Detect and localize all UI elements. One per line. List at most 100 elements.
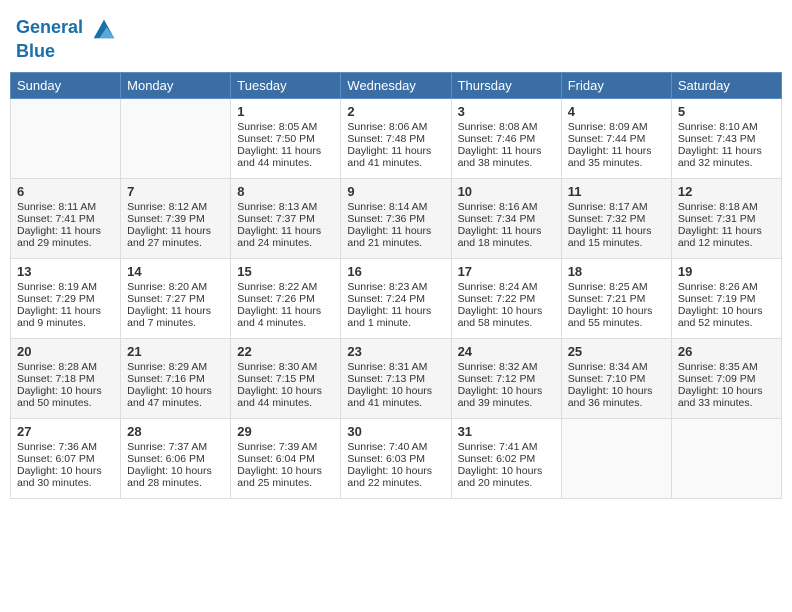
calendar-cell: 10Sunrise: 8:16 AMSunset: 7:34 PMDayligh… bbox=[451, 178, 561, 258]
daylight-text: Daylight: 11 hours and 32 minutes. bbox=[678, 145, 775, 169]
day-header-row: SundayMondayTuesdayWednesdayThursdayFrid… bbox=[11, 72, 782, 98]
calendar-cell: 12Sunrise: 8:18 AMSunset: 7:31 PMDayligh… bbox=[671, 178, 781, 258]
calendar-cell: 11Sunrise: 8:17 AMSunset: 7:32 PMDayligh… bbox=[561, 178, 671, 258]
day-number: 7 bbox=[127, 184, 224, 199]
page-header: General Blue bbox=[10, 10, 782, 66]
calendar-table: SundayMondayTuesdayWednesdayThursdayFrid… bbox=[10, 72, 782, 499]
week-row-1: 1Sunrise: 8:05 AMSunset: 7:50 PMDaylight… bbox=[11, 98, 782, 178]
sunrise-text: Sunrise: 7:36 AM bbox=[17, 441, 114, 453]
sunrise-text: Sunrise: 8:19 AM bbox=[17, 281, 114, 293]
daylight-text: Daylight: 10 hours and 25 minutes. bbox=[237, 465, 334, 489]
sunrise-text: Sunrise: 8:12 AM bbox=[127, 201, 224, 213]
daylight-text: Daylight: 11 hours and 38 minutes. bbox=[458, 145, 555, 169]
sunrise-text: Sunrise: 8:34 AM bbox=[568, 361, 665, 373]
calendar-cell: 26Sunrise: 8:35 AMSunset: 7:09 PMDayligh… bbox=[671, 338, 781, 418]
sunset-text: Sunset: 7:26 PM bbox=[237, 293, 334, 305]
calendar-cell: 7Sunrise: 8:12 AMSunset: 7:39 PMDaylight… bbox=[121, 178, 231, 258]
col-header-friday: Friday bbox=[561, 72, 671, 98]
day-number: 5 bbox=[678, 104, 775, 119]
day-number: 24 bbox=[458, 344, 555, 359]
sunrise-text: Sunrise: 8:32 AM bbox=[458, 361, 555, 373]
sunset-text: Sunset: 7:13 PM bbox=[347, 373, 444, 385]
sunrise-text: Sunrise: 7:37 AM bbox=[127, 441, 224, 453]
col-header-sunday: Sunday bbox=[11, 72, 121, 98]
sunrise-text: Sunrise: 8:23 AM bbox=[347, 281, 444, 293]
calendar-cell: 21Sunrise: 8:29 AMSunset: 7:16 PMDayligh… bbox=[121, 338, 231, 418]
sunset-text: Sunset: 7:48 PM bbox=[347, 133, 444, 145]
daylight-text: Daylight: 11 hours and 44 minutes. bbox=[237, 145, 334, 169]
week-row-3: 13Sunrise: 8:19 AMSunset: 7:29 PMDayligh… bbox=[11, 258, 782, 338]
day-number: 3 bbox=[458, 104, 555, 119]
day-number: 12 bbox=[678, 184, 775, 199]
col-header-monday: Monday bbox=[121, 72, 231, 98]
calendar-cell: 27Sunrise: 7:36 AMSunset: 6:07 PMDayligh… bbox=[11, 418, 121, 498]
day-number: 1 bbox=[237, 104, 334, 119]
sunset-text: Sunset: 7:22 PM bbox=[458, 293, 555, 305]
daylight-text: Daylight: 11 hours and 27 minutes. bbox=[127, 225, 224, 249]
day-number: 15 bbox=[237, 264, 334, 279]
calendar-cell: 20Sunrise: 8:28 AMSunset: 7:18 PMDayligh… bbox=[11, 338, 121, 418]
sunset-text: Sunset: 7:43 PM bbox=[678, 133, 775, 145]
sunrise-text: Sunrise: 8:24 AM bbox=[458, 281, 555, 293]
sunrise-text: Sunrise: 8:25 AM bbox=[568, 281, 665, 293]
day-number: 11 bbox=[568, 184, 665, 199]
sunrise-text: Sunrise: 8:10 AM bbox=[678, 121, 775, 133]
sunrise-text: Sunrise: 8:11 AM bbox=[17, 201, 114, 213]
day-number: 8 bbox=[237, 184, 334, 199]
sunrise-text: Sunrise: 8:14 AM bbox=[347, 201, 444, 213]
calendar-cell: 30Sunrise: 7:40 AMSunset: 6:03 PMDayligh… bbox=[341, 418, 451, 498]
calendar-cell: 4Sunrise: 8:09 AMSunset: 7:44 PMDaylight… bbox=[561, 98, 671, 178]
sunrise-text: Sunrise: 8:29 AM bbox=[127, 361, 224, 373]
daylight-text: Daylight: 11 hours and 9 minutes. bbox=[17, 305, 114, 329]
sunset-text: Sunset: 7:41 PM bbox=[17, 213, 114, 225]
calendar-cell bbox=[561, 418, 671, 498]
col-header-tuesday: Tuesday bbox=[231, 72, 341, 98]
sunset-text: Sunset: 7:19 PM bbox=[678, 293, 775, 305]
day-number: 19 bbox=[678, 264, 775, 279]
daylight-text: Daylight: 11 hours and 24 minutes. bbox=[237, 225, 334, 249]
sunrise-text: Sunrise: 8:20 AM bbox=[127, 281, 224, 293]
calendar-cell: 25Sunrise: 8:34 AMSunset: 7:10 PMDayligh… bbox=[561, 338, 671, 418]
daylight-text: Daylight: 11 hours and 18 minutes. bbox=[458, 225, 555, 249]
calendar-cell: 24Sunrise: 8:32 AMSunset: 7:12 PMDayligh… bbox=[451, 338, 561, 418]
calendar-cell: 9Sunrise: 8:14 AMSunset: 7:36 PMDaylight… bbox=[341, 178, 451, 258]
col-header-wednesday: Wednesday bbox=[341, 72, 451, 98]
calendar-cell: 28Sunrise: 7:37 AMSunset: 6:06 PMDayligh… bbox=[121, 418, 231, 498]
calendar-cell: 15Sunrise: 8:22 AMSunset: 7:26 PMDayligh… bbox=[231, 258, 341, 338]
daylight-text: Daylight: 10 hours and 33 minutes. bbox=[678, 385, 775, 409]
day-number: 25 bbox=[568, 344, 665, 359]
daylight-text: Daylight: 11 hours and 21 minutes. bbox=[347, 225, 444, 249]
logo-blue: Blue bbox=[16, 42, 118, 62]
calendar-cell bbox=[671, 418, 781, 498]
calendar-cell: 17Sunrise: 8:24 AMSunset: 7:22 PMDayligh… bbox=[451, 258, 561, 338]
sunset-text: Sunset: 7:37 PM bbox=[237, 213, 334, 225]
daylight-text: Daylight: 11 hours and 15 minutes. bbox=[568, 225, 665, 249]
col-header-thursday: Thursday bbox=[451, 72, 561, 98]
calendar-cell: 16Sunrise: 8:23 AMSunset: 7:24 PMDayligh… bbox=[341, 258, 451, 338]
day-number: 2 bbox=[347, 104, 444, 119]
day-number: 10 bbox=[458, 184, 555, 199]
day-number: 9 bbox=[347, 184, 444, 199]
sunrise-text: Sunrise: 8:05 AM bbox=[237, 121, 334, 133]
day-number: 22 bbox=[237, 344, 334, 359]
daylight-text: Daylight: 10 hours and 50 minutes. bbox=[17, 385, 114, 409]
daylight-text: Daylight: 11 hours and 41 minutes. bbox=[347, 145, 444, 169]
sunset-text: Sunset: 6:04 PM bbox=[237, 453, 334, 465]
sunrise-text: Sunrise: 8:26 AM bbox=[678, 281, 775, 293]
daylight-text: Daylight: 10 hours and 30 minutes. bbox=[17, 465, 114, 489]
daylight-text: Daylight: 10 hours and 41 minutes. bbox=[347, 385, 444, 409]
sunset-text: Sunset: 6:06 PM bbox=[127, 453, 224, 465]
sunrise-text: Sunrise: 8:17 AM bbox=[568, 201, 665, 213]
sunset-text: Sunset: 7:29 PM bbox=[17, 293, 114, 305]
sunrise-text: Sunrise: 8:09 AM bbox=[568, 121, 665, 133]
sunset-text: Sunset: 7:46 PM bbox=[458, 133, 555, 145]
sunset-text: Sunset: 7:12 PM bbox=[458, 373, 555, 385]
daylight-text: Daylight: 10 hours and 52 minutes. bbox=[678, 305, 775, 329]
calendar-cell: 31Sunrise: 7:41 AMSunset: 6:02 PMDayligh… bbox=[451, 418, 561, 498]
sunset-text: Sunset: 7:18 PM bbox=[17, 373, 114, 385]
sunset-text: Sunset: 7:24 PM bbox=[347, 293, 444, 305]
daylight-text: Daylight: 11 hours and 1 minute. bbox=[347, 305, 444, 329]
daylight-text: Daylight: 11 hours and 35 minutes. bbox=[568, 145, 665, 169]
daylight-text: Daylight: 10 hours and 55 minutes. bbox=[568, 305, 665, 329]
sunrise-text: Sunrise: 8:06 AM bbox=[347, 121, 444, 133]
